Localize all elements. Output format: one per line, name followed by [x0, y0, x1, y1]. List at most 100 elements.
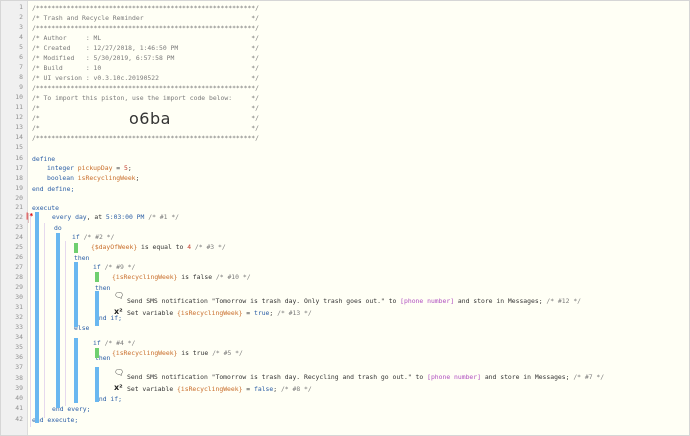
if-statement-3[interactable]: if /* #4 */ [93, 338, 135, 348]
line-number: 38 [15, 374, 23, 382]
line-number: 24 [15, 233, 23, 241]
line-number: 25 [15, 243, 23, 251]
sms-statement-1[interactable]: Send SMS notification "Tomorrow is trash… [127, 296, 581, 306]
set-variable: {isRecyclingWeek} [177, 309, 243, 317]
line-number: 35 [15, 343, 23, 351]
error-marker: |* [25, 212, 34, 220]
code-line: /* Created : 12/27/2018, 1:46:50 PM */ [32, 44, 260, 52]
condition-operator: is equal to [137, 243, 188, 251]
set-variable-1[interactable]: Set variable {isRecyclingWeek} = true; /… [127, 308, 312, 318]
code-line[interactable]: end define; [32, 184, 74, 194]
line-number: 15 [15, 143, 23, 151]
if-keyword: if [72, 233, 80, 241]
if-statement-2[interactable]: if /* #9 */ [93, 262, 135, 272]
condition-bar[interactable] [74, 243, 78, 253]
import-code[interactable]: o6ba [129, 109, 171, 128]
line-number: 11 [15, 103, 23, 111]
if-keyword: if [93, 263, 101, 271]
statement-bar-1[interactable] [95, 291, 99, 326]
code-line: /***************************************… [32, 24, 260, 32]
code-line: /***************************************… [32, 4, 260, 12]
line-number: 28 [15, 273, 23, 281]
define-boolean[interactable]: boolean isRecyclingWeek; [47, 173, 139, 183]
condition-variable: {isRecyclingWeek} [112, 273, 178, 281]
set-operator: = [242, 309, 254, 317]
line-number: 8 [19, 73, 23, 81]
condition-1[interactable]: {$dayOfWeek} is equal to 4 /* #3 */ [91, 242, 226, 252]
statement-id: /* #10 */ [215, 273, 251, 281]
every-statement[interactable]: every day, at 5:03:00 PM /* #1 */ [52, 212, 179, 222]
variable-icon: x² [114, 307, 123, 316]
line-number: 7 [19, 63, 23, 71]
condition-bar-2[interactable] [95, 272, 99, 282]
statement-id: /* #9 */ [104, 263, 136, 271]
line-number: 2 [19, 13, 23, 21]
phone-placeholder: [phone number] [400, 297, 455, 305]
line-number: 3 [19, 23, 23, 31]
execute-guide [30, 213, 31, 427]
define-integer[interactable]: integer pickupDay = 5; [47, 163, 132, 173]
code-line[interactable]: do [54, 223, 62, 233]
operator: = [112, 164, 124, 172]
code-line: /* Build : 10 */ [32, 64, 260, 72]
statement-id: /* #5 */ [212, 349, 243, 357]
every-keyword: every [52, 213, 72, 221]
set-variable: {isRecyclingWeek} [177, 385, 243, 393]
sms-statement-2[interactable]: Send SMS notification "Tomorrow is trash… [127, 372, 604, 382]
line-number: 39 [15, 384, 23, 392]
every-day: day [75, 213, 87, 221]
line-number: 22 [15, 213, 23, 221]
sms-text: Send SMS notification "Tomorrow is trash… [127, 373, 428, 381]
condition-operator: is false [177, 273, 213, 281]
terminator: ; [273, 385, 281, 393]
phone-placeholder: [phone number] [427, 373, 481, 381]
if-block-bar[interactable] [56, 233, 60, 408]
line-number: 14 [15, 133, 23, 141]
code-line: /***************************************… [32, 134, 260, 142]
line-number: 4 [19, 33, 23, 41]
line-number: 40 [15, 394, 23, 402]
condition-2[interactable]: {isRecyclingWeek} is false /* #10 */ [112, 272, 251, 282]
set-value: false [254, 385, 274, 393]
line-number: 27 [15, 263, 23, 271]
terminator: ; [269, 309, 278, 317]
sms-store: and store in Messages; [454, 297, 547, 305]
every-block-bar[interactable] [35, 212, 39, 423]
line-number: 36 [15, 353, 23, 361]
terminator: ; [127, 164, 132, 172]
set-variable-2[interactable]: Set variable {isRecyclingWeek} = false; … [127, 384, 312, 394]
code-line: /* UI version : v0.3.10c.20190522 */ [32, 74, 260, 82]
code-line: /***************************************… [32, 84, 260, 92]
line-number: 23 [15, 223, 23, 231]
if-nested-bar-1[interactable] [74, 262, 78, 327]
if-nested-bar-2[interactable] [74, 338, 78, 403]
variable-name: pickupDay [77, 164, 113, 172]
if-statement-1[interactable]: if /* #2 */ [72, 232, 114, 242]
sms-text: Send SMS notification "Tomorrow is trash… [127, 297, 401, 305]
line-number: 9 [19, 83, 23, 91]
line-number: 21 [15, 203, 23, 211]
line-number: 26 [15, 253, 23, 261]
statement-bar-2[interactable] [95, 367, 99, 402]
line-number: 19 [15, 184, 23, 192]
code-line: /* Modified : 5/30/2019, 6:57:58 PM */ [32, 54, 260, 62]
condition-3[interactable]: {isRecyclingWeek} is true /* #5 */ [112, 348, 243, 358]
code-line: /* To import this piston, use the import… [32, 94, 260, 102]
code-line[interactable]: end if; [95, 394, 122, 404]
line-number-gutter: 1 2 3 4 5 6 7 8 9 10 11 12 13 14 15 16 17 18 19 20 21 22 23 24 2… [1, 1, 28, 435]
line-number: 41 [15, 404, 23, 412]
line-number: 31 [15, 303, 23, 311]
statement-id: /* #4 */ [104, 339, 136, 347]
line-number: 37 [15, 363, 23, 371]
if-keyword: if [93, 339, 101, 347]
condition-variable: {$dayOfWeek} [91, 243, 138, 251]
condition-bar-3[interactable] [95, 348, 99, 358]
every-guide [44, 223, 45, 418]
line-number: 10 [15, 93, 23, 101]
statement-id: /* #13 */ [277, 309, 312, 317]
line-number: 13 [15, 123, 23, 131]
line-number: 34 [15, 333, 23, 341]
line-number: 20 [15, 194, 23, 202]
statement-id: /* #1 */ [148, 213, 180, 221]
message-icon: 🗨 [114, 291, 125, 300]
